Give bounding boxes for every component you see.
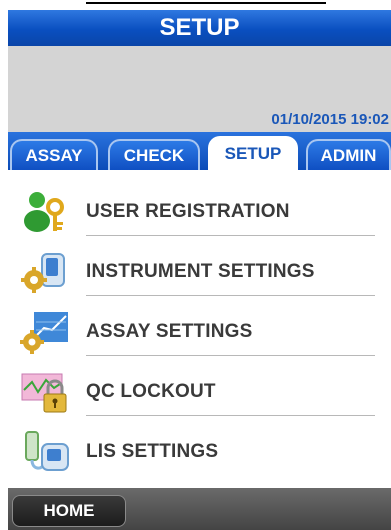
menu-item-label: INSTRUMENT SETTINGS: [86, 261, 315, 282]
bottom-bar: HOME: [8, 488, 391, 530]
setup-menu: USER REGISTRATION INSTRUMENT SETTINGS AS…: [8, 170, 391, 488]
menu-divider: [86, 415, 375, 416]
tab-setup[interactable]: SETUP: [208, 136, 298, 170]
tab-label: ASSAY: [25, 145, 83, 165]
tab-label: ADMIN: [320, 145, 377, 165]
menu-item-label: USER REGISTRATION: [86, 201, 290, 222]
menu-item-label: ASSAY SETTINGS: [86, 321, 253, 342]
title-bar: SETUP: [8, 10, 391, 46]
menu-item-label: LIS SETTINGS: [86, 441, 219, 462]
tab-check[interactable]: CHECK: [108, 139, 200, 170]
padlock-icon: [20, 370, 72, 414]
home-button-label: HOME: [43, 501, 95, 520]
tab-assay[interactable]: ASSAY: [10, 139, 98, 170]
page-title: SETUP: [159, 14, 240, 41]
instrument-gear-icon: [20, 250, 72, 294]
lis-device-icon: [20, 430, 72, 474]
menu-divider: [86, 355, 375, 356]
datetime-display: 01/10/2015 19:02: [271, 111, 389, 128]
top-divider-line: [86, 0, 326, 4]
status-area: 01/10/2015 19:02: [8, 46, 391, 132]
menu-item-qc-lockout[interactable]: QC LOCKOUT: [8, 358, 391, 418]
menu-divider: [86, 235, 375, 236]
menu-divider: [86, 295, 375, 296]
chart-gear-icon: [20, 310, 72, 354]
menu-item-user-registration[interactable]: USER REGISTRATION: [8, 178, 391, 238]
menu-item-lis-settings[interactable]: LIS SETTINGS: [8, 418, 391, 478]
tab-label: SETUP: [224, 144, 282, 163]
user-key-icon: [20, 190, 72, 234]
menu-item-label: QC LOCKOUT: [86, 381, 216, 402]
tab-admin[interactable]: ADMIN: [306, 139, 391, 170]
menu-item-assay-settings[interactable]: ASSAY SETTINGS: [8, 298, 391, 358]
home-button[interactable]: HOME: [12, 495, 126, 527]
menu-item-instrument-settings[interactable]: INSTRUMENT SETTINGS: [8, 238, 391, 298]
tab-label: CHECK: [123, 145, 185, 165]
tab-strip: ASSAY CHECK SETUP ADMIN: [8, 132, 391, 170]
